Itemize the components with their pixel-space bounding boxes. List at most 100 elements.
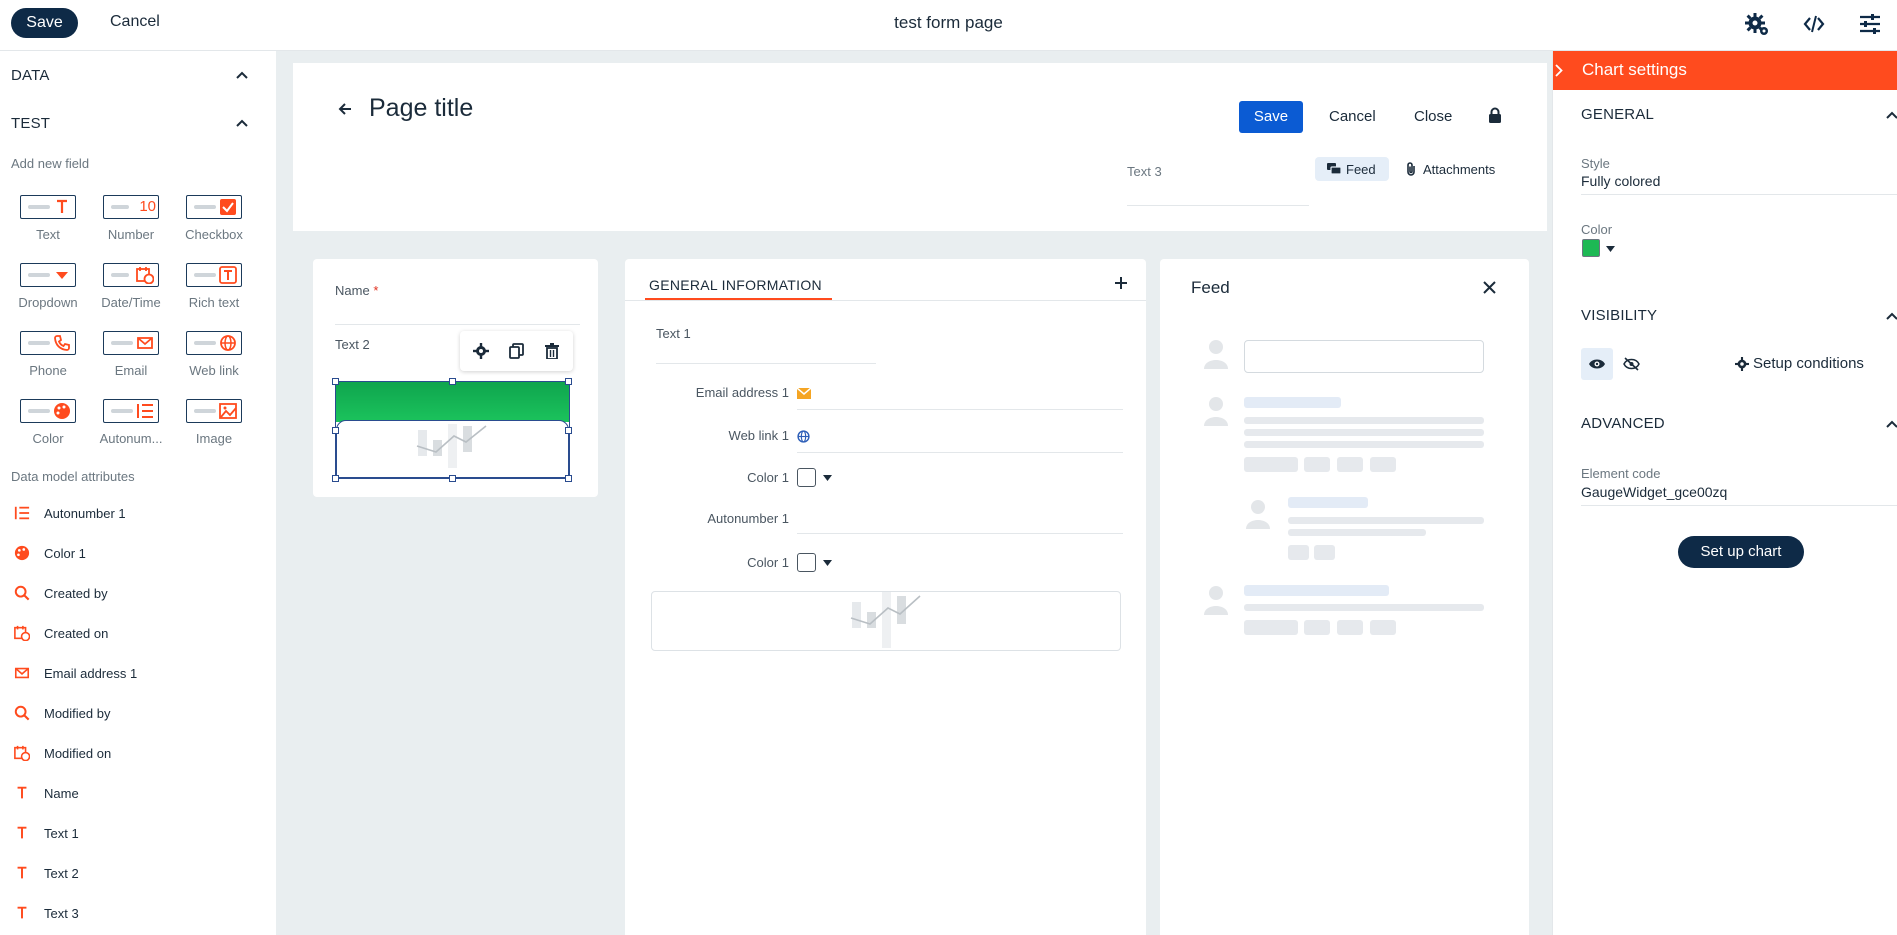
arrow-left-icon[interactable] xyxy=(337,101,353,117)
attr-modified-on[interactable]: Modified on xyxy=(13,743,111,763)
name-field-label[interactable]: Name * xyxy=(335,283,378,298)
resize-handle[interactable] xyxy=(565,475,572,482)
resize-handle[interactable] xyxy=(332,378,339,385)
tile-image[interactable]: Image xyxy=(174,399,254,446)
close-icon[interactable] xyxy=(1483,281,1496,294)
chevron-right-icon[interactable] xyxy=(1555,64,1563,77)
envelope-icon xyxy=(14,667,30,679)
color1-label: Color 1 xyxy=(747,470,789,485)
section-data-header[interactable]: DATA xyxy=(11,67,50,84)
plus-icon[interactable] xyxy=(1114,276,1128,290)
tile-checkbox[interactable]: Checkbox xyxy=(174,195,254,242)
resize-handle[interactable] xyxy=(449,475,456,482)
attr-text-2[interactable]: Text 2 xyxy=(13,863,79,883)
gear-icon[interactable] xyxy=(473,343,489,359)
color-label: Color xyxy=(1581,222,1613,237)
tile-label: Web link xyxy=(189,363,239,378)
advanced-section-header[interactable]: ADVANCED xyxy=(1581,415,1665,432)
color1b-swatch[interactable] xyxy=(797,553,816,572)
caret-down-icon[interactable] xyxy=(823,475,832,481)
settings-gear-icon[interactable] xyxy=(1745,12,1769,36)
page-cancel-button[interactable]: Cancel xyxy=(1329,108,1376,125)
palette-icon xyxy=(54,403,70,419)
general-section-header[interactable]: GENERAL xyxy=(1581,106,1654,123)
set-up-chart-button[interactable]: Set up chart xyxy=(1678,536,1804,568)
attr-created-by[interactable]: Created by xyxy=(13,583,108,603)
tile-email[interactable]: Email xyxy=(91,331,171,378)
add-new-field-label: Add new field xyxy=(11,156,90,171)
gauge-widget[interactable] xyxy=(332,378,572,482)
attr-text-1[interactable]: Text 1 xyxy=(13,823,79,843)
setup-conditions-link[interactable]: Setup conditions xyxy=(1735,355,1864,372)
visibility-section-header[interactable]: VISIBILITY xyxy=(1581,307,1657,324)
resize-handle[interactable] xyxy=(565,427,572,434)
tile-autonumber[interactable]: Autonum... xyxy=(91,399,171,446)
cancel-button[interactable]: Cancel xyxy=(110,13,160,31)
sliders-icon[interactable] xyxy=(1858,12,1882,36)
chart-settings-header[interactable]: Chart settings xyxy=(1553,51,1897,90)
tile-number[interactable]: 10 Number xyxy=(91,195,171,242)
copy-icon[interactable] xyxy=(509,343,524,359)
chevron-up-icon[interactable] xyxy=(236,71,248,79)
code-icon[interactable] xyxy=(1802,12,1826,36)
required-mark: * xyxy=(373,283,379,298)
gear-icon xyxy=(1735,356,1749,371)
skeleton-line xyxy=(1288,497,1368,508)
lock-icon[interactable] xyxy=(1488,107,1502,123)
globe-icon[interactable] xyxy=(797,430,810,443)
section-test-header[interactable]: TEST xyxy=(11,115,50,132)
attr-label: Text 2 xyxy=(44,865,79,881)
numbered-list-icon xyxy=(14,506,30,520)
tile-dropdown[interactable]: Dropdown xyxy=(8,263,88,310)
tile-text[interactable]: Text xyxy=(8,195,88,242)
eye-off-icon[interactable] xyxy=(1623,357,1640,371)
tile-color[interactable]: Color xyxy=(8,399,88,446)
text-t-icon xyxy=(17,866,27,879)
tab-general-information[interactable]: GENERAL INFORMATION xyxy=(649,277,822,293)
tile-label: Autonum... xyxy=(99,431,163,446)
tile-datetime[interactable]: Date/Time xyxy=(91,263,171,310)
caret-down-icon[interactable] xyxy=(1606,246,1615,252)
page-save-button[interactable]: Save xyxy=(1239,101,1303,133)
attr-text-3[interactable]: Text 3 xyxy=(13,903,79,923)
attr-name[interactable]: Name xyxy=(13,783,79,803)
attachments-tab[interactable]: Attachments xyxy=(1405,157,1495,181)
text2-label[interactable]: Text 2 xyxy=(335,337,370,352)
attr-created-on[interactable]: Created on xyxy=(13,623,108,643)
tile-rich-text[interactable]: Rich text xyxy=(174,263,254,310)
save-button[interactable]: Save xyxy=(11,8,78,38)
attr-modified-by[interactable]: Modified by xyxy=(13,703,110,723)
chevron-up-icon[interactable] xyxy=(236,119,248,127)
chart-settings-panel: Chart settings GENERAL Style Fully color… xyxy=(1552,51,1897,935)
resize-handle[interactable] xyxy=(565,378,572,385)
attr-autonumber[interactable]: Autonumber 1 xyxy=(13,503,126,523)
feed-tab[interactable]: Feed xyxy=(1315,157,1389,181)
feed-comment-input[interactable] xyxy=(1244,340,1484,373)
visible-toggle[interactable] xyxy=(1581,348,1613,380)
chevron-up-icon[interactable] xyxy=(1886,420,1897,428)
tile-web-link[interactable]: Web link xyxy=(174,331,254,378)
attr-email[interactable]: Email address 1 xyxy=(13,663,137,683)
envelope-icon[interactable] xyxy=(797,388,811,399)
text1-label[interactable]: Text 1 xyxy=(656,326,691,341)
attr-color[interactable]: Color 1 xyxy=(13,543,86,563)
chart-placeholder-icon xyxy=(416,424,487,468)
style-select[interactable]: Fully colored xyxy=(1581,173,1660,189)
trash-icon[interactable] xyxy=(545,343,559,359)
chevron-up-icon[interactable] xyxy=(1886,312,1897,320)
skeleton-chip xyxy=(1370,620,1396,635)
color-swatch[interactable] xyxy=(1582,239,1600,257)
color1b-label: Color 1 xyxy=(747,555,789,570)
tile-phone[interactable]: Phone xyxy=(8,331,88,378)
resize-handle[interactable] xyxy=(332,427,339,434)
chevron-up-icon[interactable] xyxy=(1886,111,1897,119)
color1-swatch[interactable] xyxy=(797,468,816,487)
resize-handle[interactable] xyxy=(332,475,339,482)
skeleton-chip xyxy=(1337,457,1363,472)
element-code-input[interactable]: GaugeWidget_gce00zq xyxy=(1581,484,1727,500)
page-close-button[interactable]: Close xyxy=(1414,108,1452,125)
weblink-underline xyxy=(797,452,1123,453)
chart-widget-placeholder[interactable] xyxy=(651,591,1121,651)
caret-down-icon[interactable] xyxy=(823,560,832,566)
resize-handle[interactable] xyxy=(449,378,456,385)
